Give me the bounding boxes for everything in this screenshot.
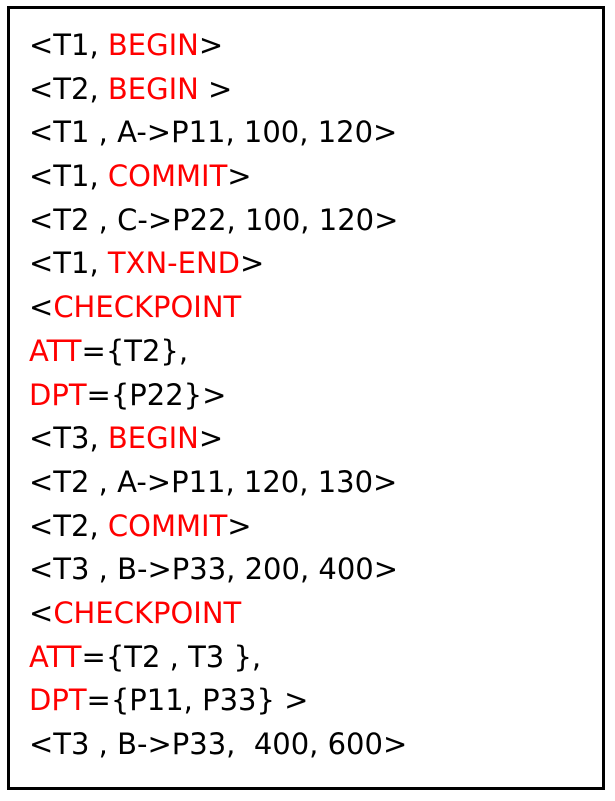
log-keyword: BEGIN <box>107 71 199 106</box>
log-record-line: <T1 , A->P11, 100, 120> <box>29 111 407 155</box>
log-record-line: <T1, BEGIN> <box>29 24 407 68</box>
log-record-line: <T3, BEGIN> <box>29 417 407 461</box>
log-text: ={P22}> <box>86 377 227 412</box>
log-keyword: COMMIT <box>107 508 228 543</box>
log-text: ={T2}, <box>81 333 189 368</box>
log-record-line: <T2, COMMIT> <box>29 505 407 549</box>
log-keyword: ATT <box>29 639 82 674</box>
log-record-line: <CHECKPOINT <box>29 286 407 330</box>
log-text: <T2, <box>29 71 108 106</box>
log-record-list: <T1, BEGIN> <T2, BEGIN > <T1 , A->P11, 100… <box>29 24 407 767</box>
log-text: ={P11, P33} > <box>86 683 309 718</box>
log-text: <T2 , A->P11, 120, 130> <box>29 464 398 499</box>
log-record-box: <T1, BEGIN> <T2, BEGIN > <T1 , A->P11, 100… <box>7 6 605 790</box>
log-record-line: DPT={P22}> <box>29 374 407 418</box>
log-record-line: DPT={P11, P33} > <box>29 679 407 723</box>
log-text: <T1 , A->P11, 100, 120> <box>29 115 398 150</box>
log-record-line: <T3 , B->P33, 400, 600> <box>29 723 407 767</box>
log-record-line: <T2 , C->P22, 100, 120> <box>29 199 407 243</box>
log-record-line: <T2 , A->P11, 120, 130> <box>29 461 407 505</box>
log-keyword: BEGIN <box>107 28 199 62</box>
log-keyword: BEGIN <box>107 421 199 456</box>
log-keyword: COMMIT <box>107 159 228 194</box>
log-record-line: <T2, BEGIN > <box>29 68 407 112</box>
log-keyword: DPT <box>29 683 87 718</box>
log-record-line: <T1, TXN-END> <box>29 242 407 286</box>
log-text: <T1, <box>29 28 108 62</box>
log-text: > <box>198 71 233 106</box>
log-text: <T1, <box>29 246 108 281</box>
log-text: ={T2 , T3 }, <box>81 639 262 674</box>
log-keyword: CHECKPOINT <box>53 595 242 630</box>
log-text: > <box>198 421 224 456</box>
log-text: < <box>29 290 54 325</box>
log-record-line: ATT={T2}, <box>29 330 407 374</box>
log-text: > <box>198 28 224 62</box>
log-text: <T2 , C->P22, 100, 120> <box>29 202 399 237</box>
log-record-line: <T1, COMMIT> <box>29 155 407 199</box>
log-text: > <box>240 246 265 281</box>
log-record-line: <CHECKPOINT <box>29 592 407 636</box>
log-text: <T3 , B->P33, 200, 400> <box>29 552 399 587</box>
log-text: <T3 , B->P33, 400, 600> <box>29 727 408 761</box>
log-record-line: <T3 , B->P33, 200, 400> <box>29 548 407 592</box>
log-keyword: ATT <box>29 333 82 368</box>
log-keyword: DPT <box>29 377 87 412</box>
log-keyword: TXN-END <box>107 246 240 281</box>
log-text: <T3, <box>29 421 108 456</box>
log-text: <T1, <box>29 159 108 194</box>
log-text: > <box>227 159 252 194</box>
log-record-line: ATT={T2 , T3 }, <box>29 636 407 680</box>
log-keyword: CHECKPOINT <box>53 290 242 325</box>
log-text: <T2, <box>29 508 108 543</box>
log-text: < <box>29 595 54 630</box>
log-text: > <box>227 508 252 543</box>
